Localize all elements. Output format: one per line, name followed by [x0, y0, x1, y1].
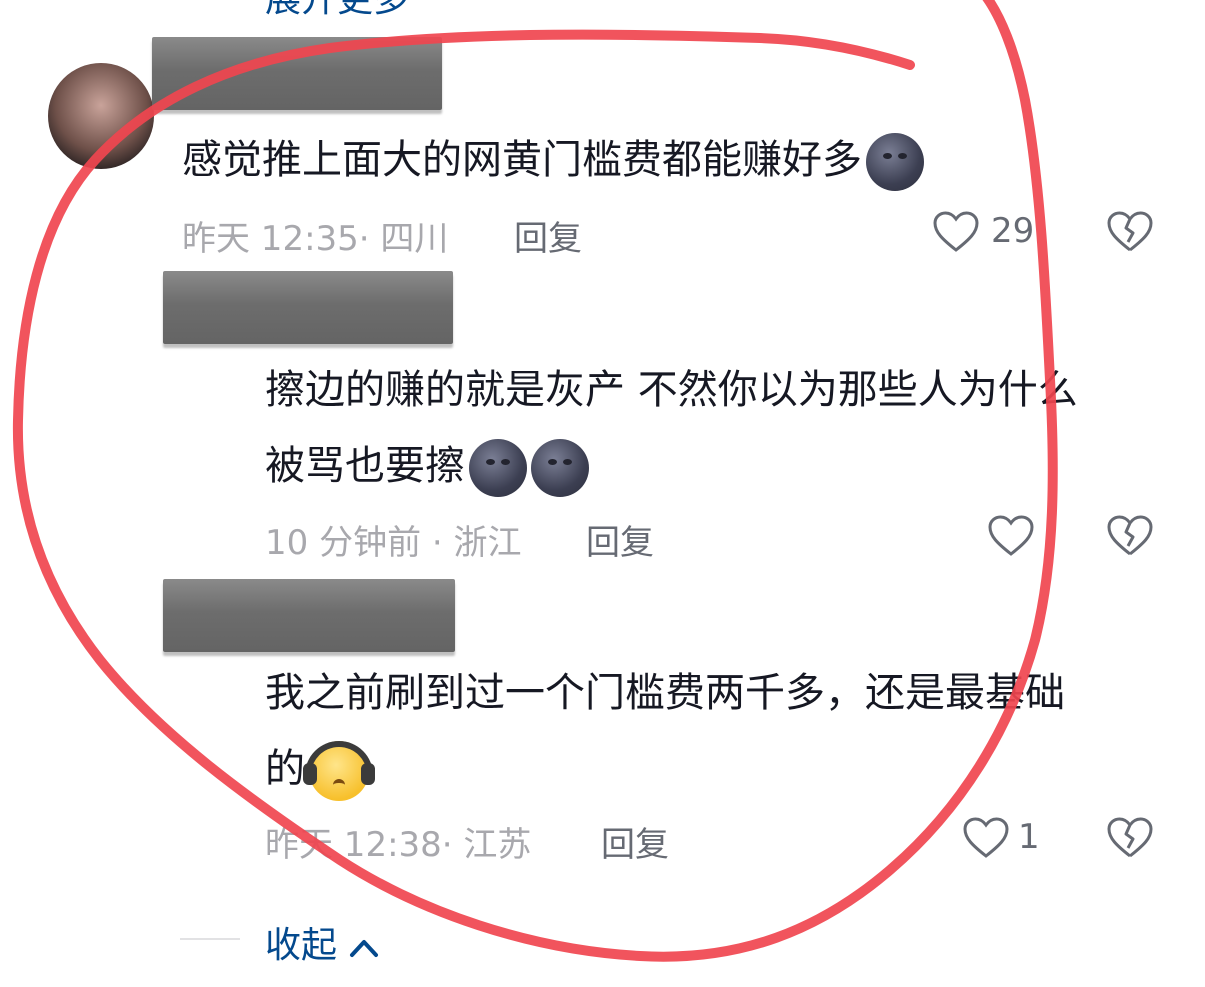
- red-annotation-circle: [12, 0, 1058, 962]
